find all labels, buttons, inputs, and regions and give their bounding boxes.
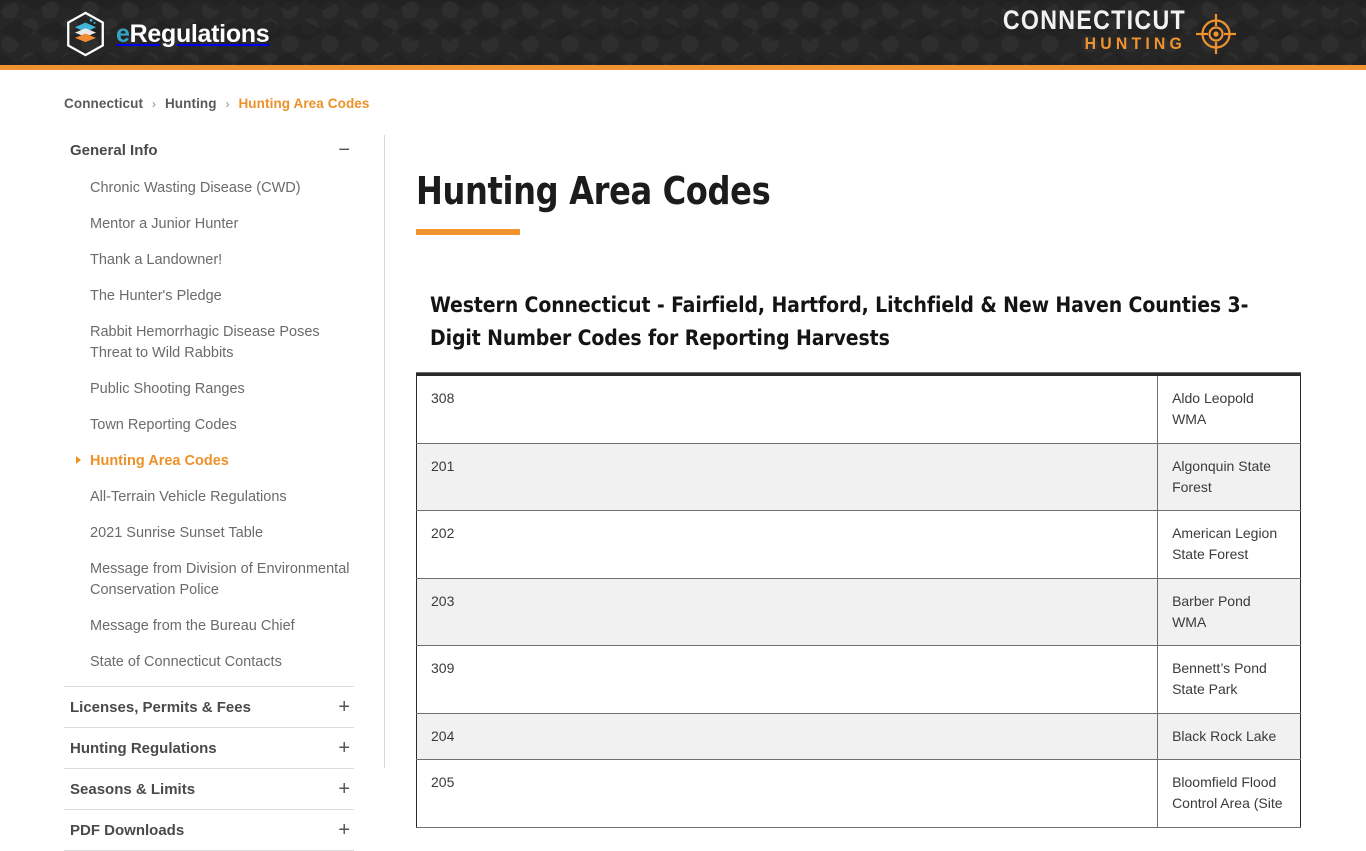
hunting-area-codes-table: Western Connecticut - Fairfield, Hartfor… bbox=[416, 273, 1301, 828]
crosshair-target-icon bbox=[1196, 14, 1236, 54]
area-name-cell: Barber Pond WMA bbox=[1157, 578, 1301, 647]
area-code-cell: 201 bbox=[416, 443, 1158, 512]
table-body: 308 Aldo Leopold WMA 201 Algonquin State Fo… bbox=[416, 374, 1301, 828]
sidebar-item-label: Message from Division of Environmental C… bbox=[90, 560, 350, 598]
sidebar-item-label: 2021 Sunrise Sunset Table bbox=[90, 524, 264, 541]
sidebar-item-label: Town Reporting Codes bbox=[90, 416, 237, 433]
active-caret-icon bbox=[76, 456, 81, 465]
breadcrumb-item-current: Hunting Area Codes bbox=[238, 96, 370, 111]
table-row: 308 Aldo Leopold WMA bbox=[416, 374, 1301, 444]
eregulations-logo-link[interactable]: eRegulations bbox=[64, 11, 270, 57]
area-code-cell: 309 bbox=[416, 645, 1158, 714]
breadcrumb-item-connecticut[interactable]: Connecticut bbox=[64, 96, 143, 111]
section-name-label: HUNTING bbox=[1084, 34, 1186, 54]
sidebar-item-rabbit-hemorrhagic-disease-poses-threat-[interactable]: Rabbit Hemorrhagic Disease Poses Threat … bbox=[64, 314, 354, 371]
page-title: Hunting Area Codes bbox=[416, 169, 771, 213]
sidebar-item-message-from-division-of-environmental-c[interactable]: Message from Division of Environmental C… bbox=[64, 551, 354, 608]
state-name-label: CONNECTICUT bbox=[1002, 5, 1186, 35]
expand-plus-icon[interactable]: + bbox=[338, 697, 352, 717]
sidebar-item-label: State of Connecticut Contacts bbox=[90, 653, 282, 670]
table-caption: Western Connecticut - Fairfield, Hartfor… bbox=[416, 273, 1301, 374]
sidebar-item-label: Hunting Area Codes bbox=[90, 452, 229, 469]
area-name-cell: American Legion State Forest bbox=[1157, 510, 1301, 579]
header-accent-rule bbox=[0, 65, 1366, 70]
area-name-cell: Aldo Leopold WMA bbox=[1157, 374, 1301, 444]
table-row: 204 Black Rock Lake bbox=[416, 713, 1301, 761]
sidebar-item-the-hunter-s-pledge[interactable]: The Hunter's Pledge bbox=[64, 278, 354, 314]
sidebar-item-label: Chronic Wasting Disease (CWD) bbox=[90, 179, 301, 196]
sidebar-section-label: Licenses, Permits & Fees bbox=[70, 698, 251, 716]
sidebar-section-seasons-limits[interactable]: Seasons & Limits + bbox=[64, 769, 354, 809]
breadcrumb: Connecticut › Hunting › Hunting Area Cod… bbox=[64, 96, 370, 111]
sidebar-item-label: Public Shooting Ranges bbox=[90, 380, 245, 397]
sidebar-item-label: Mentor a Junior Hunter bbox=[90, 215, 239, 232]
area-name-cell: Bloomfield Flood Control Area (Site bbox=[1157, 759, 1301, 828]
connecticut-hunting-brand: CONNECTICUT HUNTING bbox=[973, 6, 1238, 56]
area-name-cell: Black Rock Lake bbox=[1157, 713, 1301, 761]
sidebar-item-town-reporting-codes[interactable]: Town Reporting Codes bbox=[64, 407, 354, 443]
breadcrumb-separator: › bbox=[151, 97, 157, 111]
area-code-cell: 205 bbox=[416, 759, 1158, 828]
sidebar-item-all-terrain-vehicle-regulations[interactable]: All-Terrain Vehicle Regulations bbox=[64, 479, 354, 515]
sidebar-section-label: General Info bbox=[70, 141, 158, 159]
sidebar-section-label: PDF Downloads bbox=[70, 821, 185, 839]
area-code-cell: 202 bbox=[416, 510, 1158, 579]
sidebar-item-state-of-connecticut-contacts[interactable]: State of Connecticut Contacts bbox=[64, 644, 354, 680]
area-name-cell: Bennett’s Pond State Park bbox=[1157, 645, 1301, 714]
table-row: 309 Bennett’s Pond State Park bbox=[416, 645, 1301, 714]
area-code-cell: 308 bbox=[416, 374, 1158, 444]
sidebar-item-label: All-Terrain Vehicle Regulations bbox=[90, 488, 287, 505]
sidebar-section-licenses-permits-fees[interactable]: Licenses, Permits & Fees + bbox=[64, 687, 354, 727]
eregulations-hexagon-book-logo bbox=[67, 11, 104, 57]
site-header: eRegulations CONNECTICUT HUNTING bbox=[0, 0, 1366, 65]
sidebar-item-message-from-the-bureau-chief[interactable]: Message from the Bureau Chief bbox=[64, 608, 354, 644]
brand-wordmark-rest: Regulations bbox=[129, 19, 270, 48]
brand-wordmark: eRegulations bbox=[116, 19, 270, 48]
sidebar-item-label: Rabbit Hemorrhagic Disease Poses Threat … bbox=[90, 323, 320, 361]
breadcrumb-item-hunting[interactable]: Hunting bbox=[165, 96, 217, 111]
expand-plus-icon[interactable]: + bbox=[338, 738, 352, 758]
table-row: 203 Barber Pond WMA bbox=[416, 578, 1301, 647]
collapse-minus-icon[interactable]: − bbox=[338, 140, 352, 160]
table-row: 202 American Legion State Forest bbox=[416, 510, 1301, 579]
brand-wordmark-e: e bbox=[116, 19, 130, 48]
content-divider bbox=[384, 135, 385, 768]
sidebar-section-label: Seasons & Limits bbox=[70, 780, 196, 798]
expand-plus-icon[interactable]: + bbox=[338, 820, 352, 840]
expand-plus-icon[interactable]: + bbox=[338, 779, 352, 799]
sidebar-item-label: Thank a Landowner! bbox=[90, 251, 223, 268]
sidebar-section-hunting-regulations[interactable]: Hunting Regulations + bbox=[64, 728, 354, 768]
area-code-cell: 203 bbox=[416, 578, 1158, 647]
sidebar-item-label: Message from the Bureau Chief bbox=[90, 617, 295, 634]
sidebar-item-public-shooting-ranges[interactable]: Public Shooting Ranges bbox=[64, 371, 354, 407]
sidebar-item-hunting-area-codes[interactable]: Hunting Area Codes bbox=[64, 443, 354, 479]
sidebar-item-mentor-a-junior-hunter[interactable]: Mentor a Junior Hunter bbox=[64, 206, 354, 242]
page-body: General Info − Chronic Wasting Disease (CW… bbox=[0, 130, 1366, 851]
sidebar-navigation: General Info − Chronic Wasting Disease (CW… bbox=[64, 130, 354, 851]
sidebar-item-label: The Hunter's Pledge bbox=[90, 287, 222, 304]
sidebar-section-general-info[interactable]: General Info − bbox=[64, 130, 354, 170]
sidebar-item-2021-sunrise-sunset-table[interactable]: 2021 Sunrise Sunset Table bbox=[64, 515, 354, 551]
sidebar-item-chronic-wasting-disease-cwd[interactable]: Chronic Wasting Disease (CWD) bbox=[64, 170, 354, 206]
area-code-cell: 204 bbox=[416, 713, 1158, 761]
table-row: 201 Algonquin State Forest bbox=[416, 443, 1301, 512]
table-row: 205 Bloomfield Flood Control Area (Site bbox=[416, 759, 1301, 828]
sidebar-section-label: Hunting Regulations bbox=[70, 739, 217, 757]
sidebar-item-thank-a-landowner[interactable]: Thank a Landowner! bbox=[64, 242, 354, 278]
main-content: Hunting Area Codes Western Connecticut -… bbox=[416, 130, 1316, 828]
page-title-accent-rule bbox=[416, 229, 520, 235]
sidebar-section-pdf-downloads[interactable]: PDF Downloads + bbox=[64, 810, 354, 850]
breadcrumb-separator: › bbox=[225, 97, 230, 111]
area-name-cell: Algonquin State Forest bbox=[1157, 443, 1301, 512]
sidebar-sublist: Chronic Wasting Disease (CWD) Mentor a Ju… bbox=[64, 170, 354, 686]
